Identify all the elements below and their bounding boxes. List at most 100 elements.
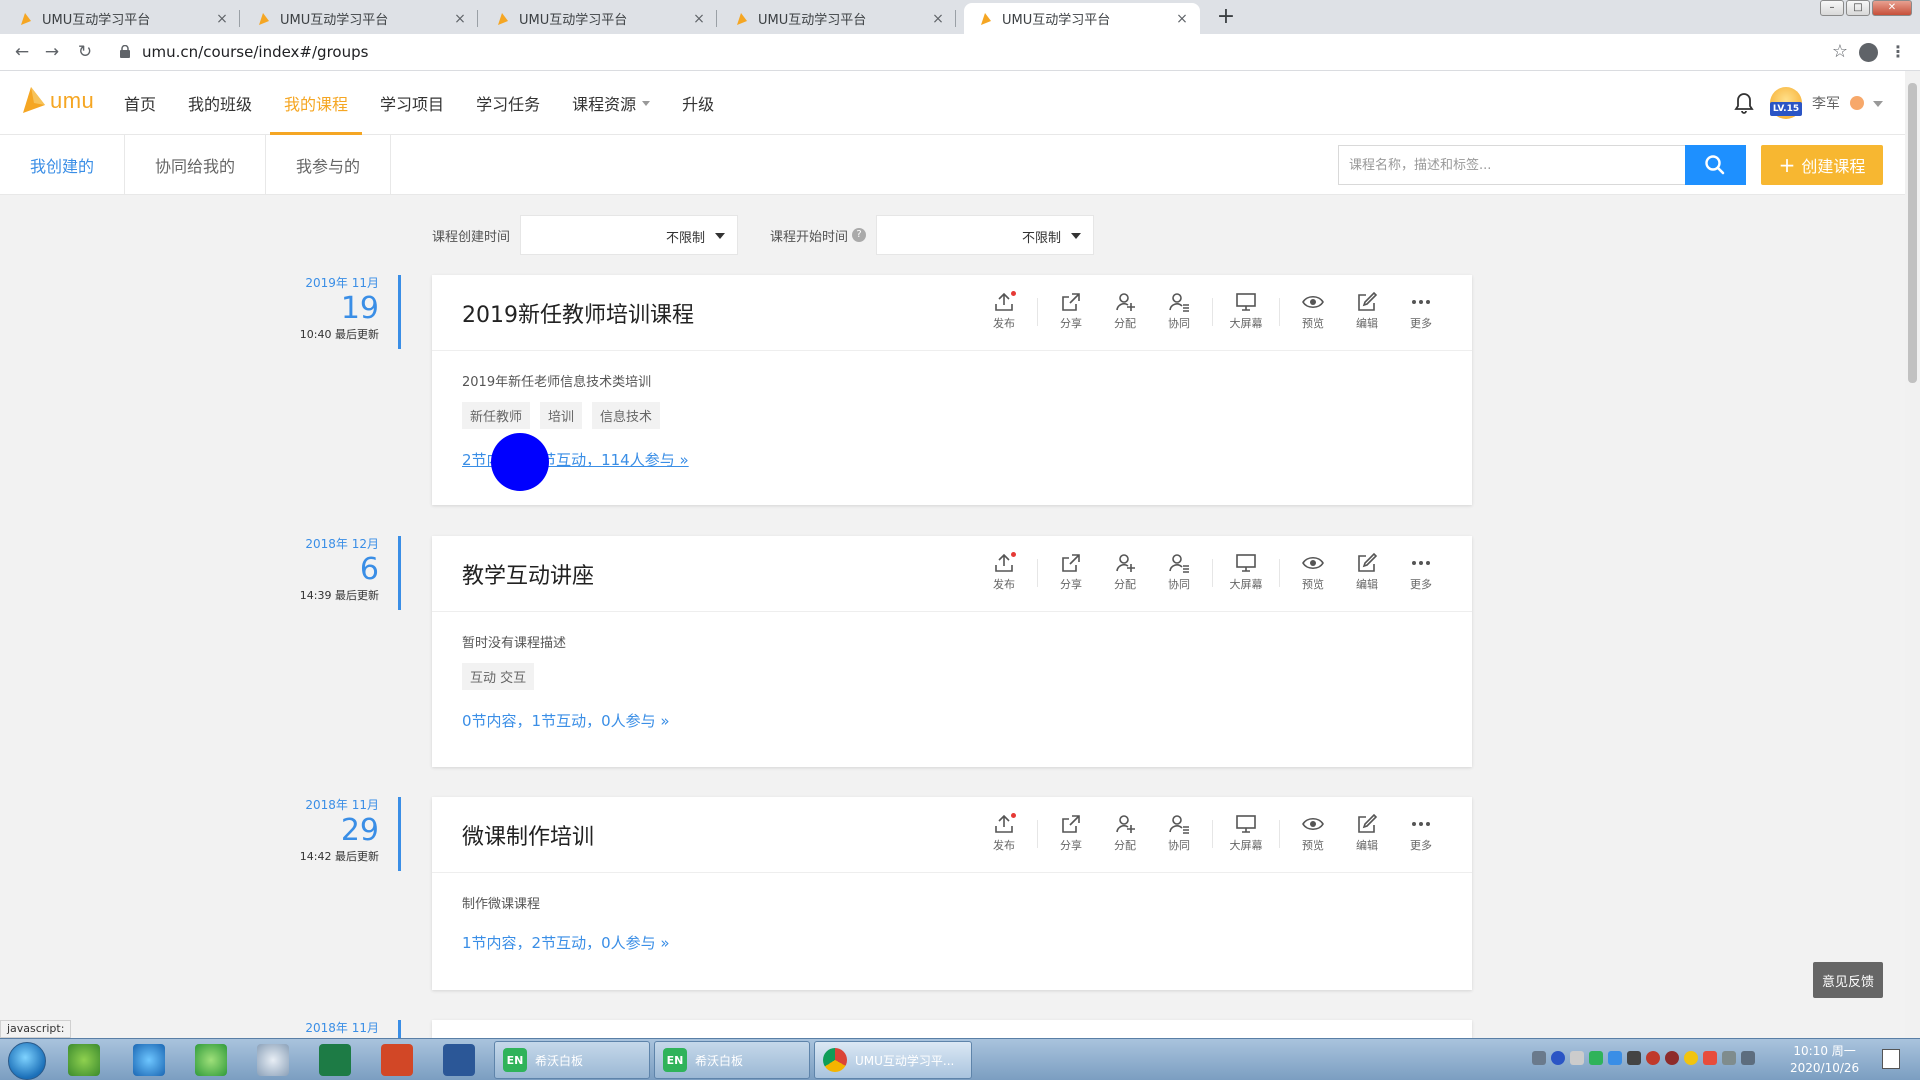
course-title[interactable]: 2019新任教师培训课程 bbox=[462, 297, 694, 329]
user-menu-chevron-icon[interactable] bbox=[1873, 101, 1883, 107]
pinned-app-icon[interactable] bbox=[195, 1044, 227, 1076]
tray-icon[interactable] bbox=[1646, 1051, 1660, 1065]
windows-start-icon[interactable] bbox=[8, 1042, 46, 1080]
nav-home[interactable]: 首页 bbox=[110, 71, 170, 135]
page-scrollbar[interactable] bbox=[1905, 71, 1920, 1038]
browser-tab-active[interactable]: UMU互动学习平台 × bbox=[964, 3, 1200, 34]
pinned-app-icon[interactable] bbox=[257, 1044, 289, 1076]
collaborate-button[interactable]: 协同 bbox=[1152, 552, 1206, 594]
new-tab-button[interactable]: + bbox=[1213, 6, 1239, 30]
nav-my-courses[interactable]: 我的课程 bbox=[270, 71, 363, 135]
taskbar-task[interactable]: EN 希沃白板 bbox=[494, 1041, 650, 1079]
edit-button[interactable]: 编辑 bbox=[1340, 813, 1394, 855]
nav-learning-tasks[interactable]: 学习任务 bbox=[462, 71, 554, 135]
start-time-select[interactable]: 不限制 bbox=[876, 215, 1095, 255]
more-button[interactable]: 更多 bbox=[1394, 813, 1448, 855]
forward-arrow-icon[interactable]: → bbox=[42, 42, 62, 62]
edit-button[interactable]: 编辑 bbox=[1340, 291, 1394, 333]
address-bar[interactable]: umu.cn/course/index#/groups bbox=[142, 43, 368, 61]
assign-button[interactable]: 分配 bbox=[1098, 813, 1152, 855]
maximize-icon[interactable]: □ bbox=[1846, 0, 1870, 16]
volume-icon[interactable] bbox=[1741, 1051, 1755, 1065]
course-stats-link[interactable]: 0节内容，1节互动，0人参与 » bbox=[462, 710, 1442, 731]
browser-tab[interactable]: UMU互动学习平台 × bbox=[4, 3, 240, 34]
close-tab-icon[interactable]: × bbox=[452, 11, 468, 27]
share-button[interactable]: 分享 bbox=[1044, 552, 1098, 594]
course-stats-link[interactable]: 2节内容，2节互动，114人参与 » bbox=[462, 449, 1442, 470]
minimize-icon[interactable]: – bbox=[1820, 0, 1844, 16]
tab-shared-with-me[interactable]: 协同给我的 bbox=[125, 135, 267, 195]
nav-course-resources[interactable]: 课程资源 bbox=[558, 71, 664, 135]
search-input[interactable] bbox=[1339, 146, 1684, 184]
collaborate-button[interactable]: 协同 bbox=[1152, 813, 1206, 855]
network-icon[interactable] bbox=[1722, 1051, 1736, 1065]
tray-icon[interactable] bbox=[1570, 1051, 1584, 1065]
edit-button[interactable]: 编辑 bbox=[1340, 552, 1394, 594]
internet-explorer-icon[interactable] bbox=[133, 1044, 165, 1076]
browser-tab[interactable]: UMU互动学习平台 × bbox=[242, 3, 478, 34]
publish-button[interactable]: 发布 bbox=[977, 813, 1031, 855]
course-tag[interactable]: 培训 bbox=[540, 402, 583, 429]
scrollbar-thumb[interactable] bbox=[1908, 83, 1917, 383]
tray-icon[interactable] bbox=[1589, 1051, 1603, 1065]
search-button[interactable] bbox=[1685, 145, 1746, 185]
action-center-icon[interactable] bbox=[1882, 1049, 1900, 1069]
feedback-button[interactable]: 意见反馈 bbox=[1813, 962, 1883, 998]
course-title[interactable]: 教学互动讲座 bbox=[462, 558, 594, 590]
word-icon[interactable] bbox=[443, 1044, 475, 1076]
share-button[interactable]: 分享 bbox=[1044, 291, 1098, 333]
tray-icon[interactable] bbox=[1684, 1051, 1698, 1065]
nav-learning-projects[interactable]: 学习项目 bbox=[366, 71, 458, 135]
close-tab-icon[interactable]: × bbox=[691, 11, 707, 27]
preview-button[interactable]: 预览 bbox=[1286, 291, 1340, 333]
browser-menu-icon[interactable]: ⋮ bbox=[1890, 42, 1906, 61]
create-course-button[interactable]: + 创建课程 bbox=[1761, 145, 1883, 185]
preview-button[interactable]: 预览 bbox=[1286, 552, 1340, 594]
help-tray-icon[interactable] bbox=[1551, 1051, 1565, 1065]
big-screen-button[interactable]: 大屏幕 bbox=[1219, 291, 1273, 333]
course-title[interactable]: 微课制作培训 bbox=[462, 819, 594, 851]
keyboard-icon[interactable] bbox=[1532, 1051, 1546, 1065]
pinned-app-icon[interactable] bbox=[68, 1044, 100, 1076]
back-arrow-icon[interactable]: ← bbox=[12, 42, 32, 62]
close-tab-icon[interactable]: × bbox=[930, 11, 946, 27]
username[interactable]: 李军 bbox=[1812, 93, 1840, 113]
share-button[interactable]: 分享 bbox=[1044, 813, 1098, 855]
more-button[interactable]: 更多 bbox=[1394, 552, 1448, 594]
notification-bell-icon[interactable] bbox=[1733, 91, 1755, 115]
collaborate-button[interactable]: 协同 bbox=[1152, 291, 1206, 333]
course-tag[interactable]: 互动 交互 bbox=[462, 663, 535, 690]
tab-created-by-me[interactable]: 我创建的 bbox=[0, 135, 126, 195]
account-icon[interactable] bbox=[1859, 43, 1878, 62]
big-screen-button[interactable]: 大屏幕 bbox=[1219, 813, 1273, 855]
bookmark-star-icon[interactable]: ☆ bbox=[1832, 41, 1848, 62]
publish-button[interactable]: 发布 bbox=[977, 552, 1031, 594]
created-time-select[interactable]: 不限制 bbox=[520, 215, 739, 255]
browser-tab[interactable]: UMU互动学习平台 × bbox=[720, 3, 956, 34]
window-close-icon[interactable]: ✕ bbox=[1872, 0, 1912, 16]
tray-icon[interactable] bbox=[1627, 1051, 1641, 1065]
more-button[interactable]: 更多 bbox=[1394, 291, 1448, 333]
course-stats-link[interactable]: 1节内容，2节互动，0人参与 » bbox=[462, 932, 1442, 953]
help-icon[interactable]: ? bbox=[852, 228, 867, 242]
assign-button[interactable]: 分配 bbox=[1098, 291, 1152, 333]
course-tag[interactable]: 新任教师 bbox=[462, 402, 531, 429]
taskbar-task-active[interactable]: UMU互动学习平... bbox=[814, 1041, 972, 1079]
tab-participated[interactable]: 我参与的 bbox=[266, 135, 392, 195]
powerpoint-icon[interactable] bbox=[381, 1044, 413, 1076]
tray-icon[interactable] bbox=[1608, 1051, 1622, 1065]
close-tab-icon[interactable]: × bbox=[214, 11, 230, 27]
taskbar-task[interactable]: EN 希沃白板 bbox=[654, 1041, 810, 1079]
tray-icon[interactable] bbox=[1703, 1051, 1717, 1065]
reload-icon[interactable]: ↻ bbox=[75, 42, 95, 62]
system-clock[interactable]: 10:10 周一 2020/10/26 bbox=[1790, 1043, 1859, 1077]
assign-button[interactable]: 分配 bbox=[1098, 552, 1152, 594]
nav-my-classes[interactable]: 我的班级 bbox=[174, 71, 266, 135]
umu-logo[interactable]: umu bbox=[20, 83, 94, 119]
preview-button[interactable]: 预览 bbox=[1286, 813, 1340, 855]
course-tag[interactable]: 信息技术 bbox=[592, 402, 661, 429]
tray-icon[interactable] bbox=[1665, 1051, 1679, 1065]
browser-tab[interactable]: UMU互动学习平台 × bbox=[481, 3, 717, 34]
nav-upgrade[interactable]: 升级 bbox=[668, 71, 728, 135]
big-screen-button[interactable]: 大屏幕 bbox=[1219, 552, 1273, 594]
